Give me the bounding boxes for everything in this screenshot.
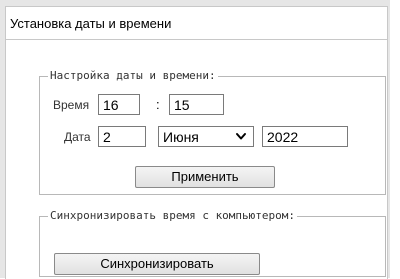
group-legend: Настройка даты и времени: [48,69,218,82]
time-label: Время [53,98,90,112]
day-input[interactable]: 2 [98,126,146,147]
group-legend: Синхронизировать время с компьютером: [48,209,298,222]
datetime-settings-panel: Установка даты и времени Настройка даты … [5,6,388,279]
chevron-down-icon [236,133,246,140]
time-separator: : [156,97,160,112]
hours-input[interactable]: 16 [98,94,140,115]
date-label: Дата [64,130,91,144]
panel-title: Установка даты и времени [10,16,172,31]
minutes-input[interactable]: 15 [169,94,224,115]
page-background: Установка даты и времени Настройка даты … [0,0,390,279]
apply-button[interactable]: Применить [135,166,275,188]
panel-header: Установка даты и времени [6,7,387,40]
month-select-value: Июня [163,129,199,145]
year-input[interactable]: 2022 [262,126,348,147]
sync-button[interactable]: Синхронизировать [54,253,260,275]
month-select[interactable]: Июня [158,126,254,147]
